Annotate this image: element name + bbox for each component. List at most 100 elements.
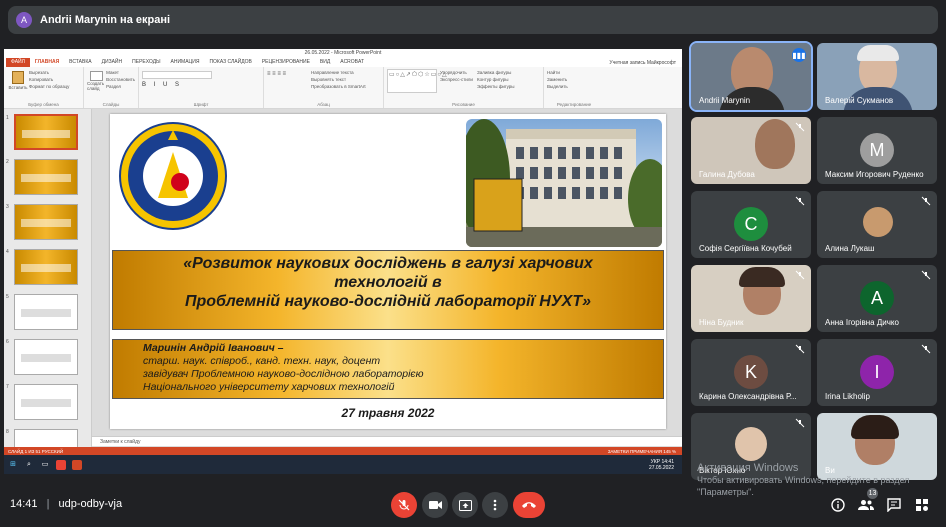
author-institution: Національного університету харчових техн… [143, 381, 395, 393]
status-right: ЗАМЕТКИ ПРИМЕЧАНИЯ 145 % [607, 448, 676, 454]
activities-icon [916, 499, 928, 511]
slide-thumbnail [14, 384, 78, 420]
mic-off-icon [921, 196, 931, 206]
hang-up-icon [522, 502, 536, 508]
participant-avatar: M [860, 133, 894, 167]
participant-tile[interactable]: ▮▮▮ Andrii Marynin [689, 41, 813, 112]
slide-editing-area: «Розвиток наукових досліджень в галузі х… [92, 109, 682, 474]
slide-thumbnail [14, 294, 78, 330]
thumb-number: 8 [6, 429, 9, 435]
mic-off-icon [795, 270, 805, 280]
participant-video [755, 119, 795, 169]
participant-tile[interactable]: Валерій Сукманов [817, 43, 937, 110]
mic-off-icon [795, 122, 805, 132]
ppt-ribbon-tabs: ФАЙЛ ГЛАВНАЯ ВСТАВКА ДИЗАЙН ПЕРЕХОДЫ АНИ… [4, 58, 682, 67]
new-slide-label: Создать слайд [87, 81, 105, 91]
ppt-tab-file: ФАЙЛ [6, 58, 30, 67]
ppt-tab-review: РЕЦЕНЗИРОВАНИЕ [261, 59, 310, 65]
camera-icon [428, 501, 442, 509]
more-options-button[interactable] [482, 492, 508, 518]
ribbon-group-clipboard: Вставить Вырезать Копировать Формат по о… [4, 67, 84, 108]
cut-label: Вырезать [29, 70, 50, 75]
ppt-tab-acrobat: ACROBAT [340, 59, 365, 65]
participant-tile[interactable]: I Irina Likholip [817, 339, 937, 406]
author-name: Маринін Андрій Іванович – [143, 342, 284, 354]
format-painter-label: Формат по образцу [29, 84, 70, 89]
ppt-tab-design: ДИЗАЙН [101, 59, 123, 65]
participant-tile[interactable]: K Карина Олександрівна Р... [691, 339, 811, 406]
ppt-tab-animation: АНИМАЦИЯ [170, 59, 200, 65]
university-building-photo [466, 119, 662, 247]
more-vert-icon [493, 499, 497, 511]
section-label: Раздел [106, 84, 122, 89]
mic-off-icon [795, 344, 805, 354]
thumb-number: 2 [6, 159, 9, 165]
shape-effects-label: Эффекты фигуры [477, 84, 515, 89]
participant-name: Ніна Будник [699, 318, 744, 327]
participant-tile[interactable]: Алина Лукаш [817, 191, 937, 258]
mic-toggle-button[interactable] [391, 492, 417, 518]
font-group-label: Шрифт [193, 102, 209, 107]
participant-tile[interactable]: C Софія Сергіївна Кочубей [691, 191, 811, 258]
taskbar-clock: УКР 14:41 27.05.2022 [649, 459, 682, 471]
present-screen-button[interactable] [452, 492, 478, 518]
activities-button[interactable] [914, 497, 930, 513]
participant-tile[interactable]: M Максим Игорович Руденко [817, 117, 937, 184]
people-button[interactable] [858, 497, 874, 513]
participant-avatar: K [734, 355, 768, 389]
task-view-icon: ▭ [41, 460, 49, 468]
paragraph-group-label: Абзац [317, 102, 330, 107]
participant-avatar: C [734, 207, 768, 241]
slide-thumbnail [14, 249, 78, 285]
camera-toggle-button[interactable] [422, 492, 448, 518]
current-slide: «Розвиток наукових досліджень в галузі х… [110, 114, 666, 429]
participant-avatar: I [860, 355, 894, 389]
layout-label: Макет [106, 70, 119, 75]
present-screen-icon [458, 499, 472, 511]
slide-author-band: Маринін Андрій Іванович – старш. наук. с… [112, 339, 664, 399]
ppt-window-title: 26.05.2022 - Microsoft PowerPoint [4, 49, 682, 58]
participant-hair [851, 415, 899, 439]
watermark-line1: Активация Windows [697, 462, 799, 474]
participant-tile[interactable]: Ніна Будник [691, 265, 811, 332]
paste-label: Вставить [8, 85, 28, 90]
slide-title-band: «Розвиток наукових досліджень в галузі х… [112, 250, 664, 330]
meeting-time: 14:41 [10, 498, 38, 510]
taskbar-date: 27.05.2022 [648, 464, 674, 471]
arrange-label: Упорядочить [440, 70, 467, 75]
ppt-ribbon: Вставить Вырезать Копировать Формат по о… [4, 67, 682, 109]
speaking-indicator-icon: ▮▮▮ [792, 48, 806, 62]
ppt-tab-view: ВИД [319, 59, 331, 65]
meeting-code: udp-odby-vja [58, 498, 123, 510]
ppt-tab-home: ГЛАВНАЯ [34, 59, 60, 65]
shapes-gallery: ▭○△↗⬠⬡☆▭○△ [387, 69, 447, 93]
mic-off-icon [398, 499, 410, 511]
participant-tile[interactable]: A Анна Ігорівна Дичко [817, 265, 937, 332]
participant-name: Галина Дубова [699, 170, 755, 179]
thumb-number: 4 [6, 249, 9, 255]
participant-avatar: A [860, 281, 894, 315]
powerpoint-icon [72, 459, 82, 470]
presenter-label: Andrii Marynin на екрані [40, 14, 171, 26]
replace-label: Заменить [547, 77, 568, 82]
font-name-box [142, 71, 212, 79]
select-label: Выделить [547, 84, 568, 89]
status-left: СЛАЙД 1 ИЗ 51 РУССКИЙ [8, 448, 64, 454]
participant-avatar-photo [735, 427, 767, 461]
participant-name: Irina Likholip [825, 392, 870, 401]
leave-call-button[interactable] [513, 492, 545, 518]
ribbon-group-font: B I U S Шрифт [139, 67, 264, 108]
thumb-number: 6 [6, 339, 9, 345]
participant-tile[interactable]: Галина Дубова [691, 117, 811, 184]
editing-group-label: Редактирование [556, 102, 592, 107]
chat-button[interactable] [886, 497, 902, 513]
ppt-body: 1 2 3 4 5 6 7 8 «Розвиток наукових дослі… [4, 109, 682, 474]
participant-hair [739, 267, 785, 287]
slide-thumbnail [14, 339, 78, 375]
participant-avatar-photo [863, 207, 893, 237]
slide-thumbnail [14, 114, 78, 150]
meeting-details-button[interactable] [830, 497, 846, 513]
mic-off-icon [921, 344, 931, 354]
people-icon [858, 500, 874, 510]
windows-start-icon: ⊞ [10, 460, 16, 468]
